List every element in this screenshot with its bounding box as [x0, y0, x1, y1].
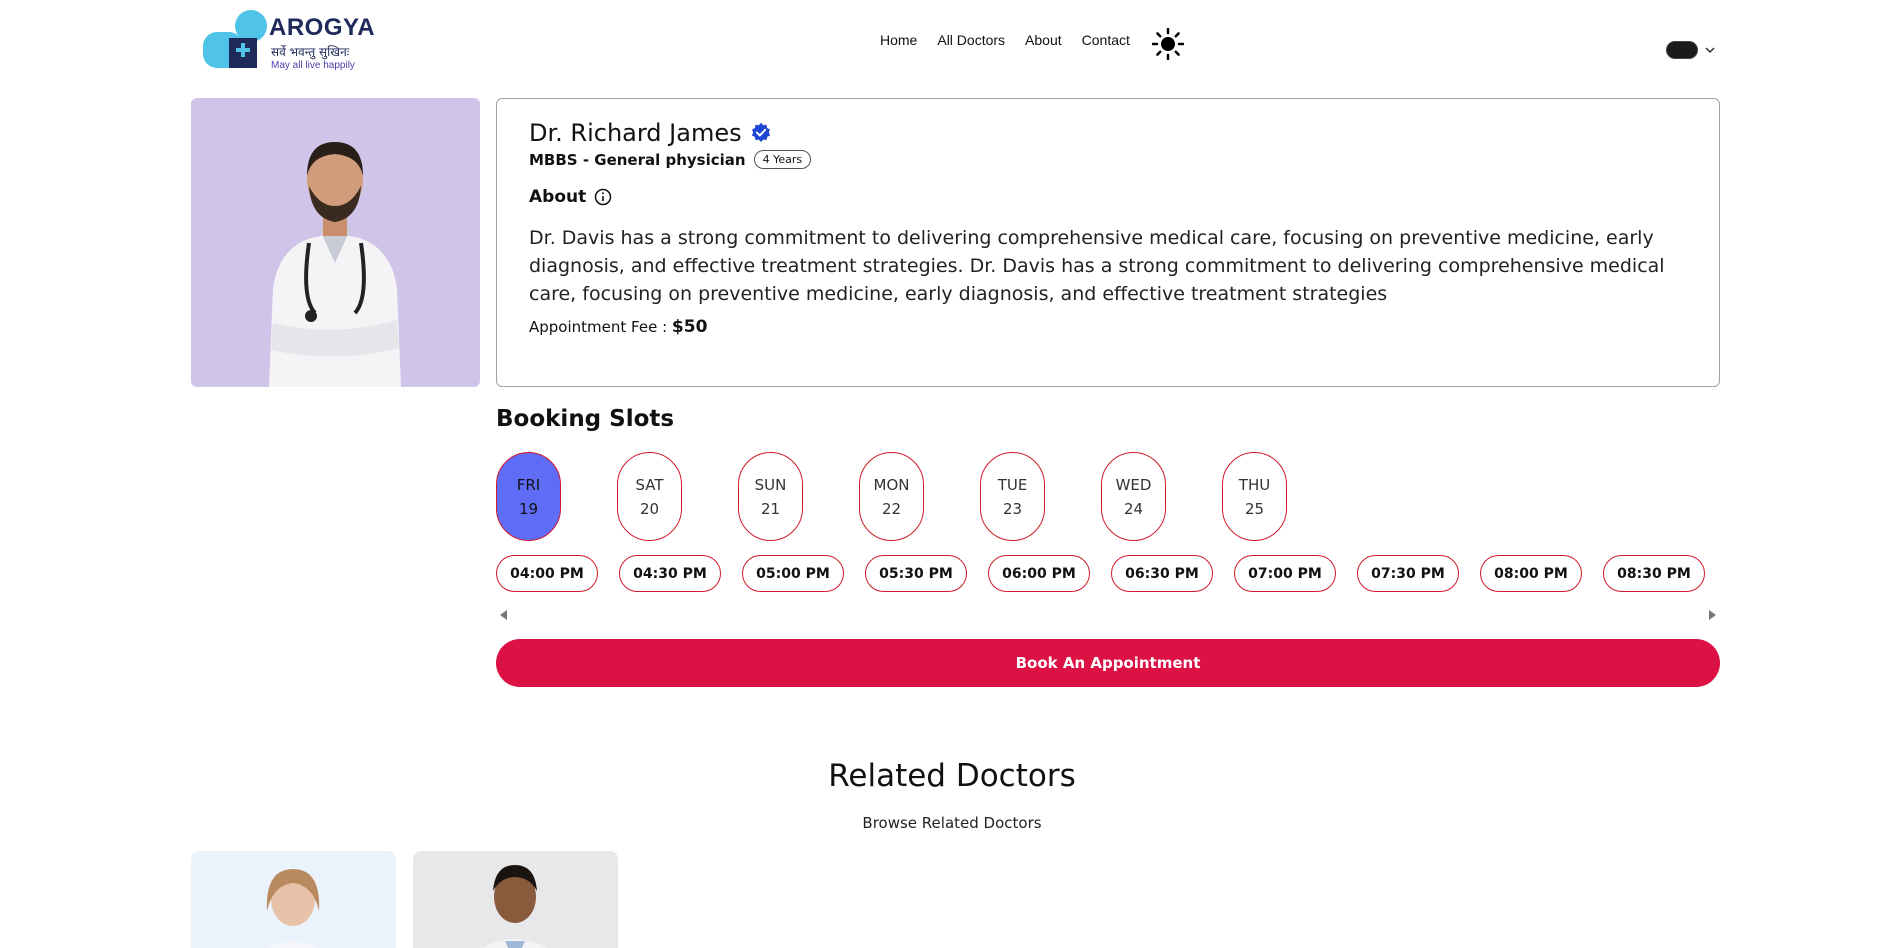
time-slot[interactable]: 05:00 PM	[742, 555, 844, 592]
fee-label: Appointment Fee :	[529, 318, 668, 336]
day-date: 21	[760, 499, 781, 518]
doctor-portrait-icon	[269, 142, 401, 387]
day-selector: FRI 19 SAT 20 SUN 21 MON 22 TUE 23 WED 2…	[496, 452, 1287, 541]
experience-badge: 4 Years	[753, 150, 812, 169]
logo-sanskrit: सर्वे भवन्तु सुखिनः	[271, 45, 350, 59]
time-slot[interactable]: 06:30 PM	[1111, 555, 1213, 592]
time-slot[interactable]: 07:30 PM	[1357, 555, 1459, 592]
scroll-right-icon[interactable]	[1709, 610, 1716, 620]
about-text: Dr. Davis has a strong commitment to del…	[529, 227, 1665, 305]
related-doctors-title: Related Doctors	[828, 758, 1076, 794]
chevron-down-icon[interactable]	[1704, 44, 1716, 56]
booking-slots-title: Booking Slots	[496, 406, 675, 432]
nav-about[interactable]: About	[1025, 32, 1062, 48]
book-appointment-button[interactable]: Book An Appointment	[496, 639, 1720, 687]
fee-value: $50	[671, 317, 708, 337]
day-name: SAT	[635, 475, 664, 494]
time-slot[interactable]: 05:30 PM	[865, 555, 967, 592]
day-slot[interactable]: TUE 23	[980, 452, 1045, 541]
related-doctors-subtitle: Browse Related Doctors	[862, 814, 1042, 832]
nav-home[interactable]: Home	[880, 32, 917, 48]
day-date: 20	[639, 499, 660, 518]
time-slot[interactable]: 08:30 PM	[1603, 555, 1705, 592]
day-slot[interactable]: WED 24	[1101, 452, 1166, 541]
day-date: 25	[1244, 499, 1265, 518]
day-name: SUN	[754, 475, 787, 494]
day-date: 19	[518, 499, 539, 518]
logo[interactable]: AROGYA सर्वे भवन्तु सुखिनः May all live …	[203, 10, 383, 72]
doctor-portrait-icon	[482, 865, 548, 948]
time-slot[interactable]: 04:30 PM	[619, 555, 721, 592]
degree-row: MBBS - General physician 4 Years	[529, 150, 812, 169]
time-slot-scrollbar[interactable]	[496, 608, 1720, 622]
day-slot[interactable]: SAT 20	[617, 452, 682, 541]
logo-title: AROGYA	[269, 14, 376, 41]
main-nav: Home All Doctors About Contact	[880, 32, 1150, 48]
day-slot[interactable]: SUN 21	[738, 452, 803, 541]
nav-contact[interactable]: Contact	[1082, 32, 1130, 48]
day-slot[interactable]: FRI 19	[496, 452, 561, 541]
day-name: THU	[1238, 475, 1271, 494]
doctor-degree: MBBS - General physician	[529, 150, 746, 169]
sun-icon[interactable]	[1152, 28, 1184, 60]
related-doctor-card[interactable]	[191, 851, 396, 948]
day-date: 24	[1123, 499, 1144, 518]
logo-cross-icon	[203, 10, 267, 68]
day-date: 23	[1002, 499, 1023, 518]
about-label: About	[529, 187, 587, 207]
doctor-name: Dr. Richard James	[529, 119, 742, 147]
day-date: 22	[881, 499, 902, 518]
time-slot-list: 04:00 PM 04:30 PM 05:00 PM 05:30 PM 06:0…	[496, 555, 1705, 592]
time-slot[interactable]: 04:00 PM	[496, 555, 598, 592]
nav-all-doctors[interactable]: All Doctors	[937, 32, 1005, 48]
time-slot[interactable]: 07:00 PM	[1234, 555, 1336, 592]
time-slot[interactable]: 08:00 PM	[1480, 555, 1582, 592]
day-name: MON	[873, 475, 910, 494]
appointment-fee: Appointment Fee : $50	[529, 317, 707, 337]
site-header: AROGYA सर्वे भवन्तु सुखिनः May all live …	[0, 0, 1904, 85]
day-name: WED	[1115, 475, 1152, 494]
about-heading: About	[529, 187, 612, 207]
doctor-name-row: Dr. Richard James	[529, 119, 772, 147]
verified-badge-icon	[751, 122, 770, 142]
related-doctor-card[interactable]	[413, 851, 618, 948]
logo-tagline: May all live happily	[271, 60, 355, 71]
doctor-portrait-icon	[266, 869, 320, 948]
day-slot[interactable]: THU 25	[1222, 452, 1287, 541]
profile-menu[interactable]	[1666, 41, 1716, 59]
time-slot[interactable]: 06:00 PM	[988, 555, 1090, 592]
day-slot[interactable]: MON 22	[859, 452, 924, 541]
day-name: TUE	[997, 475, 1028, 494]
doctor-photo	[191, 98, 480, 387]
avatar[interactable]	[1666, 41, 1698, 59]
day-name: FRI	[516, 475, 541, 494]
info-icon	[594, 188, 612, 206]
doctor-info-card: Dr. Richard James MBBS - General physici…	[496, 98, 1720, 387]
scroll-left-icon[interactable]	[500, 610, 507, 620]
